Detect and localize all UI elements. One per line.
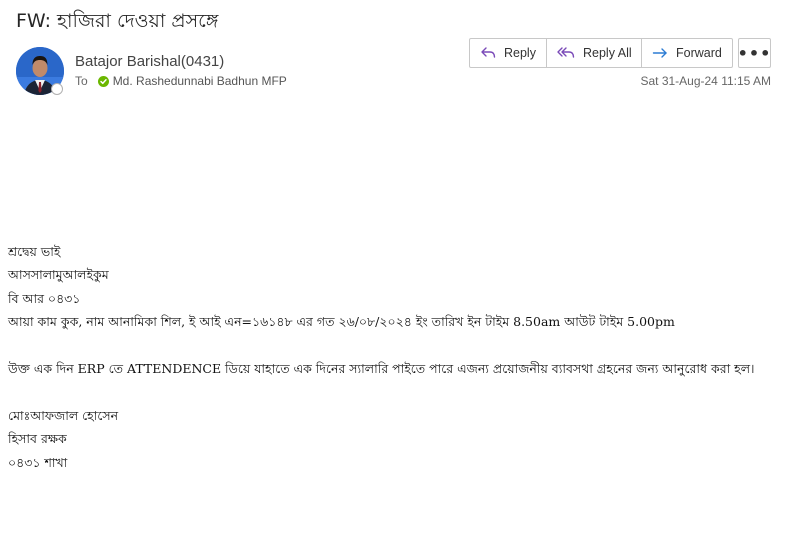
- message-actions: Reply Reply All Forward: [469, 38, 733, 68]
- to-line: To Md. Rashedunnabi Badhun MFP: [75, 74, 287, 88]
- body-salutation: আসসালামুআলইকুম: [8, 267, 109, 283]
- to-label: To: [75, 74, 88, 88]
- signature-name: মোঃআফজাল হোসেন: [8, 407, 119, 423]
- reply-all-label: Reply All: [583, 46, 632, 60]
- body-branch: বি আর ০৪৩১: [8, 290, 81, 306]
- green-check-icon: [97, 75, 109, 87]
- more-options-button[interactable]: •••: [738, 38, 771, 68]
- body-details: আয়া কাম কুক, নাম আনামিকা শিল, ই আই এন=১…: [8, 314, 675, 330]
- forward-button[interactable]: Forward: [642, 39, 732, 67]
- email-subject: FW: হাজিরা দেওয়া প্রসঙ্গে: [16, 10, 219, 32]
- reply-button[interactable]: Reply: [470, 39, 547, 67]
- body-request: উক্ত এক দিন ERP তে ATTENDENCE ডিয়ে যাহা…: [8, 360, 755, 376]
- body-greeting: শ্রদ্বেয় ভাই: [8, 244, 61, 259]
- reply-all-arrow-icon: [557, 46, 575, 60]
- sender-name[interactable]: Batajor Barishal(0431): [75, 53, 224, 70]
- forward-arrow-icon: [652, 46, 668, 60]
- message-body: শ্রদ্বেয় ভাই আসসালামুআলইকুম বি আর ০৪৩১ …: [8, 240, 778, 474]
- presence-status-icon: [51, 83, 63, 95]
- reply-all-button[interactable]: Reply All: [547, 39, 642, 67]
- message-timestamp: Sat 31-Aug-24 11:15 AM: [640, 74, 771, 88]
- signature-title: হিসাব রক্ষক: [8, 431, 67, 447]
- recipient-name[interactable]: Md. Rashedunnabi Badhun MFP: [113, 74, 287, 88]
- reply-arrow-icon: [480, 46, 496, 60]
- forward-label: Forward: [676, 46, 722, 60]
- reply-label: Reply: [504, 46, 536, 60]
- signature-branch: ০৪৩১ শাখা: [8, 454, 68, 470]
